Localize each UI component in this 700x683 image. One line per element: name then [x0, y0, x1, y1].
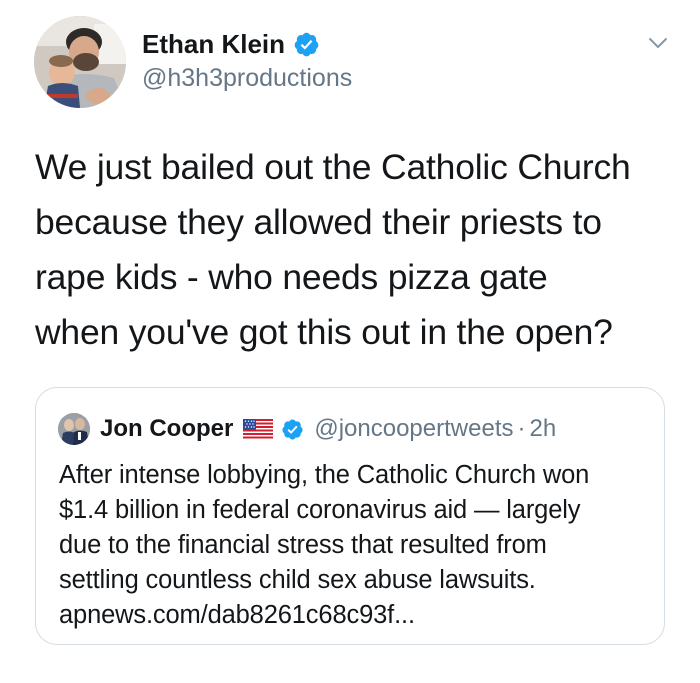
- us-flag-icon: [243, 419, 274, 439]
- quoted-author-handle[interactable]: @joncoopertweets: [314, 415, 513, 443]
- quoted-author-avatar[interactable]: [58, 413, 90, 445]
- quoted-tweet-card[interactable]: Jon Cooper @joncoopertweets · 2h After i…: [35, 387, 665, 645]
- author-display-name[interactable]: Ethan Klein: [142, 29, 285, 60]
- verified-badge-icon: [282, 418, 303, 440]
- verified-badge-icon: [294, 32, 319, 56]
- tweet-text: We just bailed out the Catholic Church b…: [35, 147, 631, 352]
- chevron-down-icon[interactable]: [647, 32, 669, 54]
- avatar-photo-icon: [58, 413, 90, 445]
- quoted-tweet-header: Jon Cooper @joncoopertweets · 2h: [58, 412, 556, 446]
- author-avatar[interactable]: [34, 16, 126, 108]
- quoted-tweet-timestamp[interactable]: 2h: [529, 415, 556, 443]
- separator-dot: ·: [517, 415, 526, 442]
- quoted-author-name[interactable]: Jon Cooper: [100, 415, 233, 443]
- quoted-tweet-text: After intense lobbying, the Catholic Chu…: [59, 461, 590, 629]
- avatar-photo-icon: [34, 16, 126, 108]
- tweet[interactable]: Ethan Klein @h3h3productions We just bai…: [0, 0, 700, 683]
- author-name-row[interactable]: Ethan Klein: [142, 28, 320, 60]
- author-handle[interactable]: @h3h3productions: [142, 64, 352, 93]
